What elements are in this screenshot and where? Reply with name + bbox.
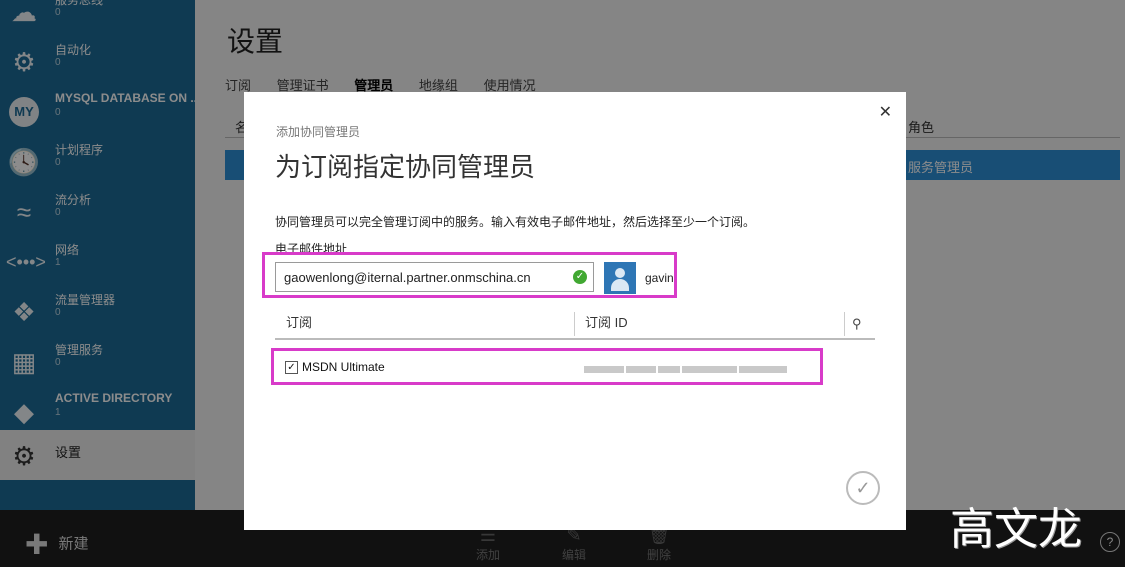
close-icon[interactable]: ✕: [879, 102, 892, 122]
header-divider: [275, 338, 875, 340]
column-subscription-id[interactable]: 订阅 ID: [585, 312, 628, 338]
help-icon[interactable]: ?: [1100, 532, 1120, 552]
dialog-description: 协同管理员可以完全管理订阅中的服务。输入有效电子邮件地址，然后选择至少一个订阅。: [275, 215, 756, 229]
dialog-title: 为订阅指定协同管理员: [275, 152, 536, 182]
avatar: [604, 262, 636, 294]
subscription-checkbox[interactable]: ✓: [285, 361, 298, 374]
column-divider: [574, 312, 575, 336]
column-divider: [844, 312, 845, 336]
add-coadmin-dialog: ✕ 添加协同管理员 为订阅指定协同管理员 协同管理员可以完全管理订阅中的服务。输…: [244, 92, 906, 530]
subscription-name: MSDN Ultimate: [302, 360, 385, 374]
watermark: 高文龙: [950, 504, 1082, 555]
search-icon[interactable]: ⚲: [852, 316, 862, 332]
email-field[interactable]: gaowenlong@iternal.partner.onmschina.cn: [275, 262, 594, 292]
confirm-check-button[interactable]: ✓: [846, 471, 880, 505]
dialog-subtitle: 添加协同管理员: [276, 125, 361, 139]
column-subscription[interactable]: 订阅: [286, 312, 312, 338]
subscription-id-blurred: [584, 360, 802, 373]
user-name: gavin: [645, 271, 674, 285]
valid-check-icon: ✓: [573, 270, 587, 284]
